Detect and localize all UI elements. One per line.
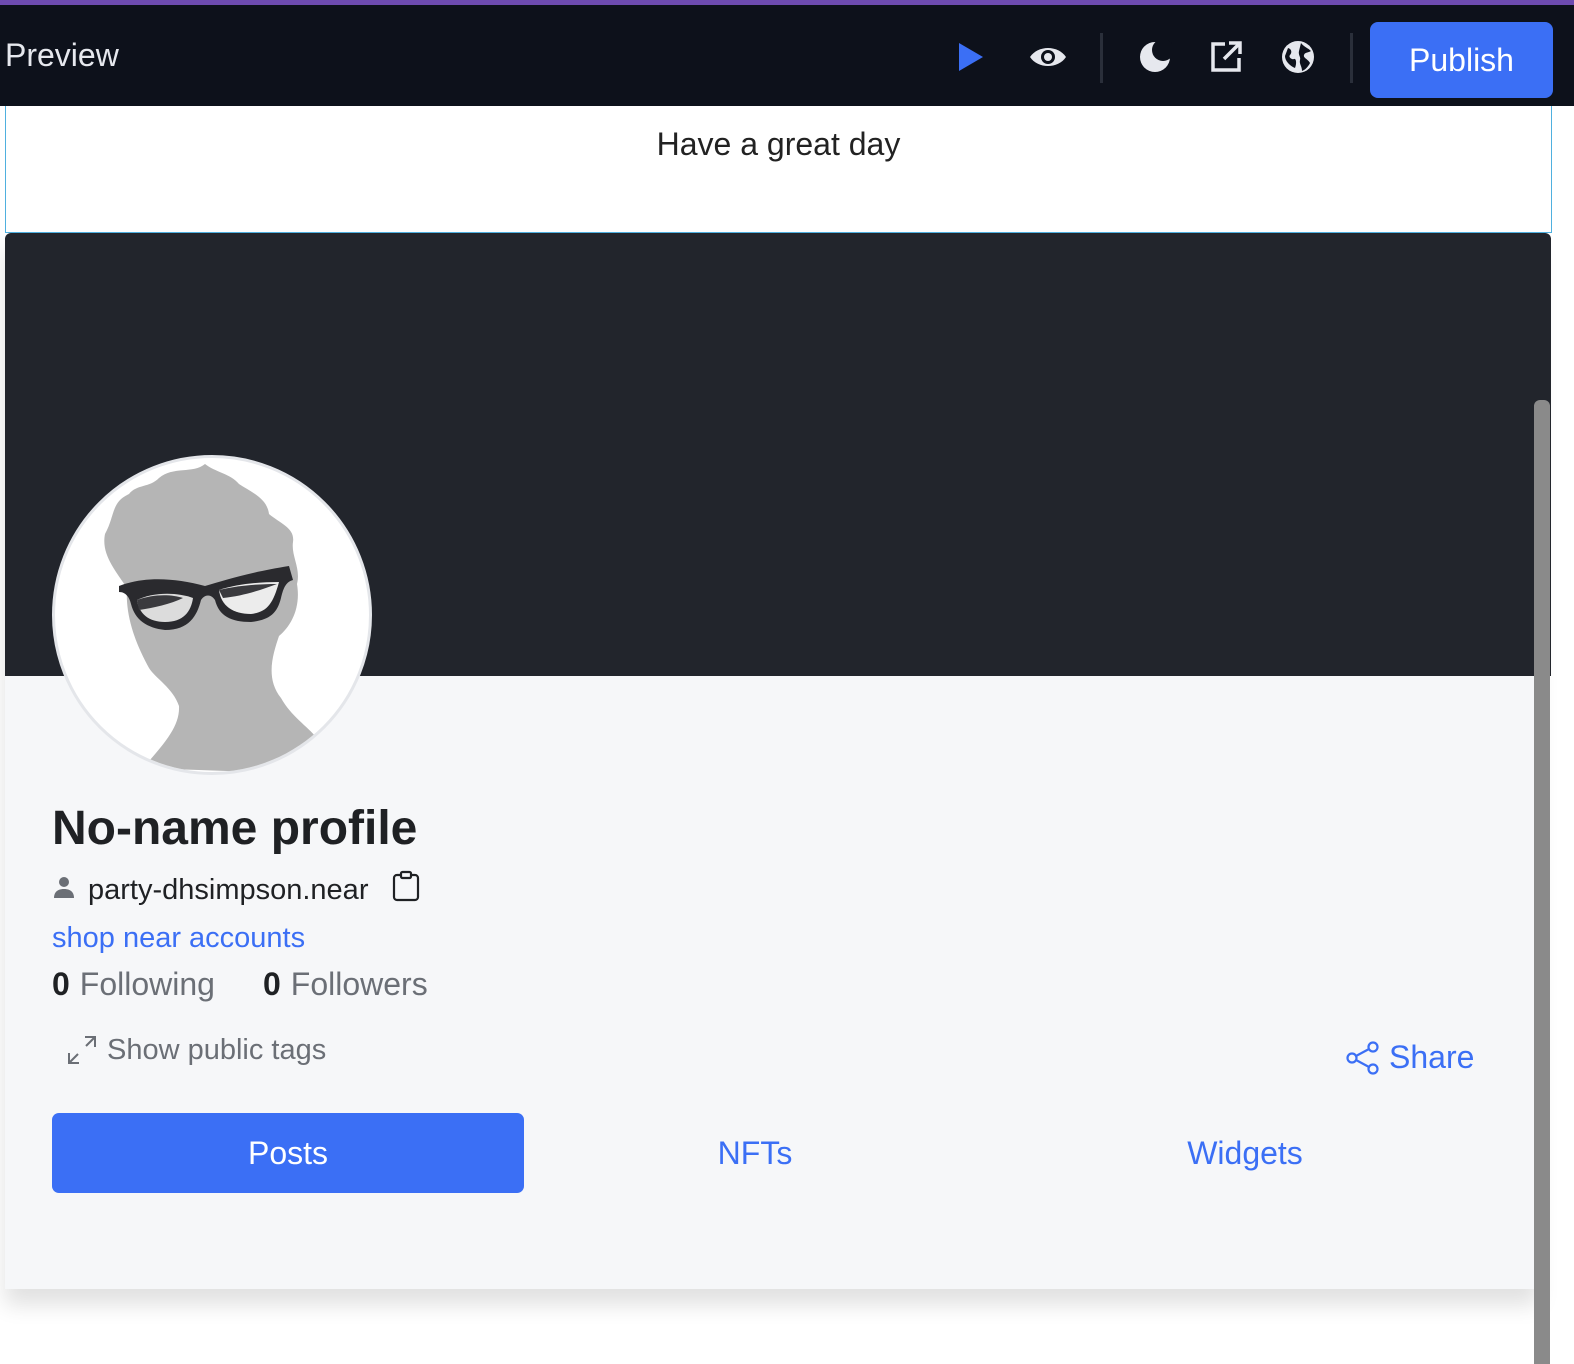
show-public-tags-button[interactable]: Show public tags (65, 1033, 326, 1067)
share-button[interactable]: Share (1345, 1039, 1474, 1076)
play-icon[interactable] (950, 37, 990, 77)
followers-count: 0 (262, 966, 281, 1002)
followers-stat[interactable]: 0 Followers (263, 966, 428, 1003)
followers-label: Followers (290, 966, 428, 1002)
editor-toolbar: Preview Publish (0, 5, 1574, 106)
following-stat[interactable]: 0 Following (52, 966, 215, 1003)
clipboard-icon[interactable] (392, 870, 420, 910)
profile-link[interactable]: shop near accounts (52, 922, 305, 955)
account-row: party-dhsimpson.near (52, 870, 420, 910)
greeting-widget: Have a great day (5, 106, 1552, 233)
toolbar-divider (1100, 33, 1103, 83)
external-link-icon[interactable] (1206, 37, 1246, 77)
account-id: party-dhsimpson.near (88, 873, 369, 906)
tab-widgets[interactable]: Widgets (1010, 1113, 1480, 1193)
eye-icon[interactable] (1028, 37, 1068, 77)
profile-avatar (52, 455, 372, 775)
expand-icon (68, 1036, 96, 1064)
greeting-text: Have a great day (656, 126, 901, 162)
following-count: 0 (52, 966, 70, 1002)
share-icon (1346, 1040, 1379, 1075)
profile-card: No-name profile party-dhsimpson.near sho… (5, 233, 1551, 1289)
globe-icon[interactable] (1278, 37, 1318, 77)
profile-name: No-name profile (52, 802, 418, 855)
tab-posts[interactable]: Posts (52, 1113, 524, 1193)
toolbar-divider (1350, 33, 1353, 83)
toolbar-title: Preview (5, 37, 119, 73)
follow-stats: 0 Following 0 Followers (52, 966, 476, 1003)
person-icon (52, 874, 76, 907)
scrollbar[interactable] (1534, 400, 1550, 1364)
moon-icon[interactable] (1135, 37, 1175, 77)
show-public-tags-label: Show public tags (107, 1033, 327, 1066)
following-label: Following (79, 966, 215, 1002)
publish-button[interactable]: Publish (1370, 22, 1553, 98)
share-label: Share (1389, 1039, 1475, 1075)
tab-nfts[interactable]: NFTs (520, 1113, 990, 1193)
